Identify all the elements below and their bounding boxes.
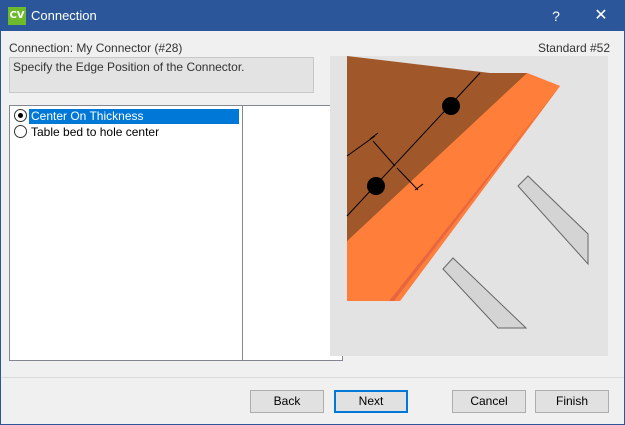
option-table-bed-to-hole-center[interactable]: Table bed to hole center [14, 125, 238, 140]
footer-separator [1, 377, 624, 378]
close-icon[interactable]: ✕ [586, 1, 616, 31]
window-title: Connection [31, 8, 97, 23]
option-center-on-thickness[interactable]: Center On Thickness [14, 108, 240, 125]
hole-bottom [367, 177, 385, 195]
radio-selected-icon[interactable] [14, 109, 27, 122]
connection-name-label: Connection: My Connector (#28) [9, 41, 183, 55]
finish-button[interactable]: Finish [535, 390, 609, 413]
option-label: Center On Thickness [28, 108, 240, 125]
options-list: Center On Thickness Table bed to hole ce… [9, 105, 343, 361]
list-column-divider [242, 106, 243, 360]
connector-diagram [346, 56, 589, 329]
cancel-button[interactable]: Cancel [452, 390, 526, 413]
help-button[interactable]: ? [541, 1, 571, 31]
plate-right [517, 175, 589, 266]
description-box: Specify the Edge Position of the Connect… [9, 57, 314, 93]
radio-unselected-icon[interactable] [14, 125, 27, 138]
app-logo-icon: CV [8, 7, 26, 25]
hole-top [442, 97, 460, 115]
back-button[interactable]: Back [250, 390, 324, 413]
plate-bottom [442, 257, 528, 329]
next-button[interactable]: Next [334, 390, 408, 413]
preview-image-panel [330, 56, 608, 356]
title-bar: CV Connection ? ✕ [1, 1, 624, 31]
standard-label: Standard #52 [537, 41, 610, 55]
option-label: Table bed to hole center [31, 125, 160, 139]
connection-dialog: CV Connection ? ✕ Connection: My Connect… [0, 0, 625, 425]
